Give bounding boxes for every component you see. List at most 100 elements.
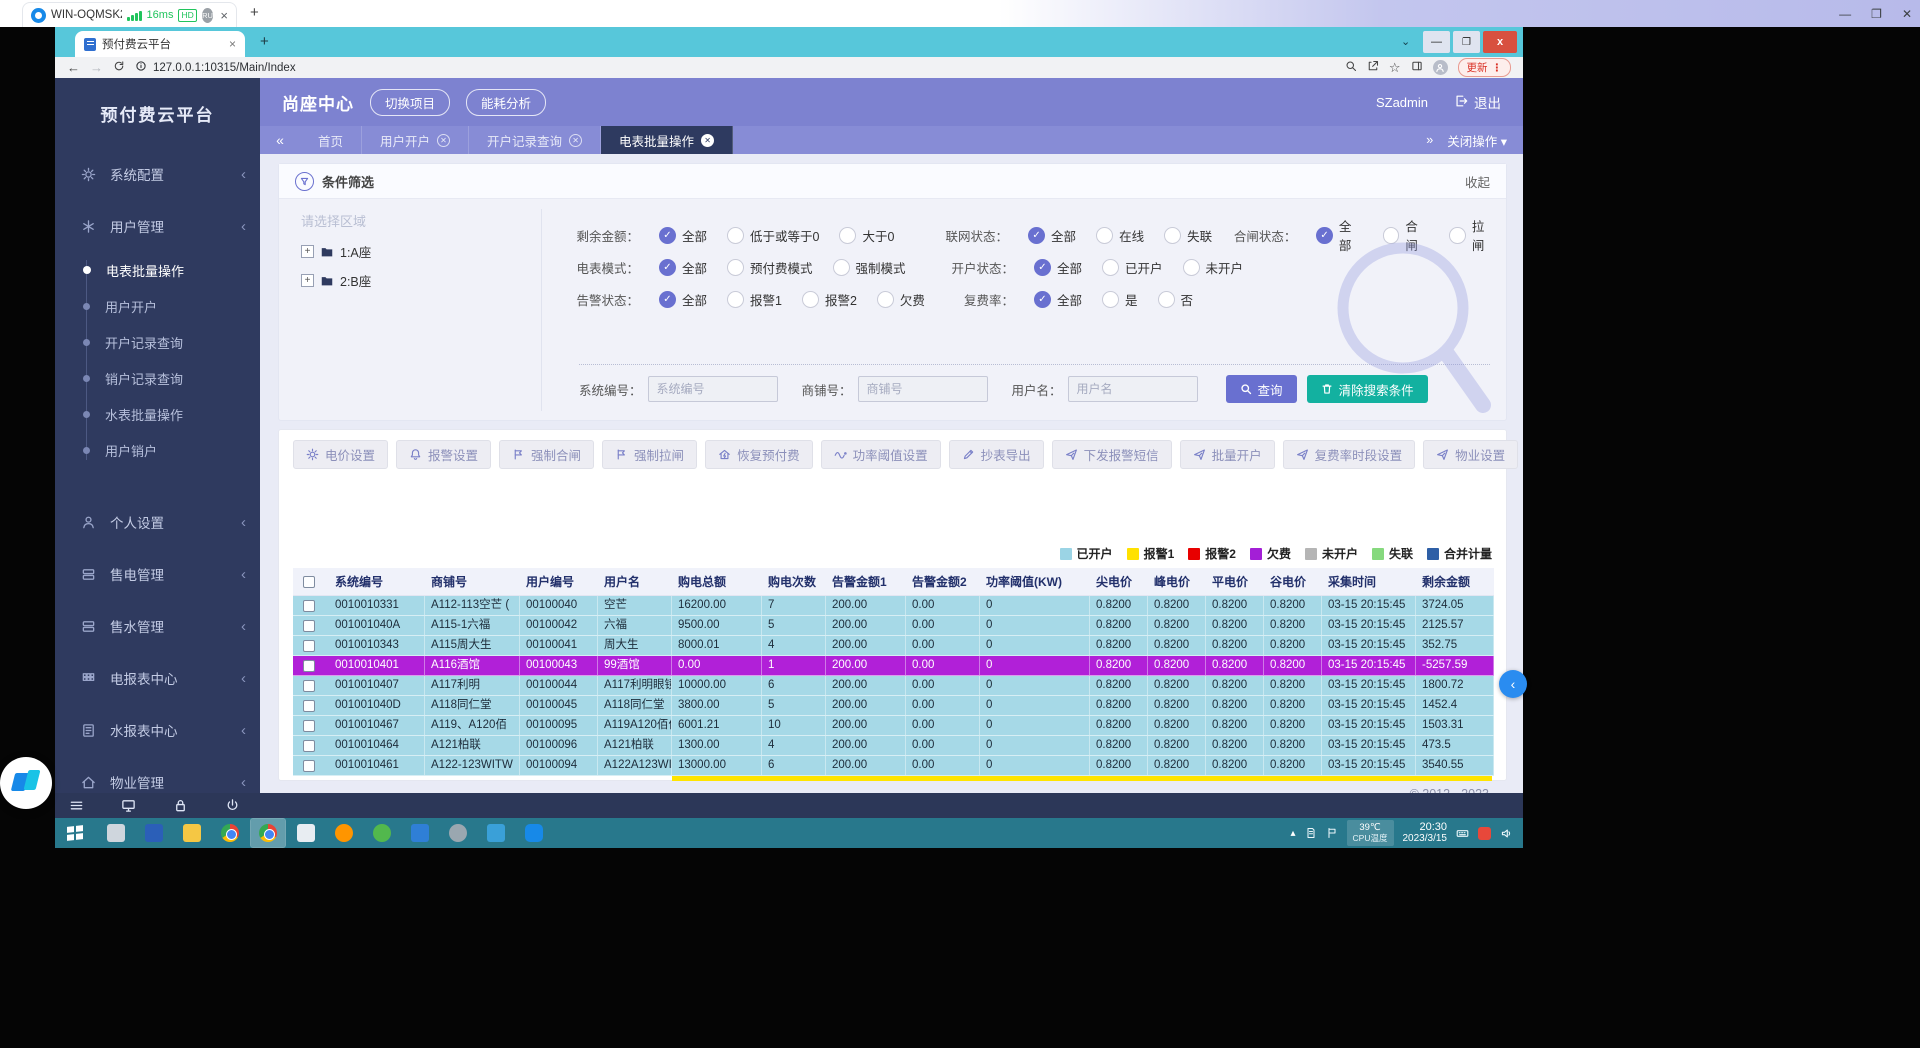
browser-minimize-button[interactable]: —	[1423, 31, 1450, 53]
side-panel-icon[interactable]	[1411, 60, 1423, 75]
monitor-icon[interactable]	[121, 798, 136, 813]
reload-icon[interactable]	[113, 60, 125, 75]
browser-new-tab-button[interactable]: +	[260, 33, 269, 50]
chrome-icon[interactable]	[251, 819, 285, 847]
radio-option[interactable]: ✓全部	[1028, 226, 1076, 245]
radio-icon[interactable]	[1449, 227, 1465, 244]
toolbar-button[interactable]: 复费率时段设置	[1283, 440, 1416, 469]
close-operations-button[interactable]: 关闭操作 ▾	[1447, 131, 1507, 150]
page-tab[interactable]: 电表批量操作✕	[601, 126, 733, 154]
radio-icon[interactable]	[1158, 291, 1175, 308]
taskbar-clock[interactable]: 20:30 2023/3/15	[1403, 821, 1448, 845]
tray-input-method-icon[interactable]	[1478, 827, 1491, 840]
row-checkbox[interactable]	[303, 720, 315, 732]
sidebar-group[interactable]: 水报表中心‹	[55, 704, 260, 756]
row-checkbox[interactable]	[303, 640, 315, 652]
lock-icon[interactable]	[173, 798, 188, 813]
power-icon[interactable]	[225, 798, 240, 813]
sidebar-item[interactable]: 用户开户	[55, 288, 260, 324]
hd-badge[interactable]: HD	[178, 9, 196, 22]
tab-close-icon[interactable]: ✕	[437, 134, 450, 147]
site-info-icon[interactable]	[135, 60, 147, 75]
table-row[interactable]: 0010010343A115周大生00100041周大生8000.014200.…	[293, 636, 1494, 656]
todesk-floating-ball[interactable]	[0, 757, 52, 809]
page-tab[interactable]: 首页	[300, 126, 362, 154]
radio-option[interactable]: ✓全部	[1034, 290, 1082, 309]
radio-icon[interactable]: ✓	[1316, 227, 1332, 244]
tray-speaker-icon[interactable]	[1500, 827, 1513, 840]
folder-icon[interactable]	[175, 819, 209, 847]
field-input[interactable]	[1068, 376, 1198, 402]
back-icon[interactable]: ←	[67, 60, 80, 75]
tab-close-icon[interactable]: ✕	[701, 134, 714, 147]
radio-option[interactable]: 大于0	[839, 226, 894, 245]
sidebar-item[interactable]: 销户记录查询	[55, 360, 260, 396]
toolbar-button[interactable]: 强制拉闸	[602, 440, 697, 469]
radio-option[interactable]: 是	[1102, 290, 1138, 309]
cpu-temp-widget[interactable]: 39℃ CPU温度	[1347, 820, 1394, 846]
radio-icon[interactable]	[727, 259, 744, 276]
radio-option[interactable]: 失联	[1164, 226, 1212, 245]
row-checkbox[interactable]	[303, 740, 315, 752]
profile-avatar[interactable]	[1433, 60, 1448, 75]
radio-icon[interactable]	[877, 291, 894, 308]
sidebar-item[interactable]: 电表批量操作	[55, 252, 260, 288]
todesk-maximize-button[interactable]: ❐	[1871, 7, 1882, 21]
page-tab[interactable]: 开户记录查询✕	[469, 126, 601, 154]
radio-option[interactable]: ✓全部	[1316, 216, 1363, 254]
tray-page-icon[interactable]	[1305, 827, 1317, 839]
menu-icon[interactable]	[69, 798, 84, 813]
tabs-scroll-left-icon[interactable]: «	[260, 126, 300, 154]
tree-node[interactable]: +2:B座	[301, 271, 541, 290]
radio-icon[interactable]	[1383, 227, 1399, 244]
toolbar-button[interactable]: 下发报警短信	[1052, 440, 1172, 469]
tabs-scroll-right-icon[interactable]: »	[1426, 133, 1433, 147]
expand-icon[interactable]: +	[301, 245, 314, 258]
radio-icon[interactable]: ✓	[1034, 259, 1051, 276]
clear-search-button[interactable]: 清除搜索条件	[1307, 375, 1428, 403]
collapse-button[interactable]: 收起	[1465, 172, 1490, 191]
record-badge[interactable]: RU	[202, 8, 214, 23]
row-checkbox[interactable]	[303, 700, 315, 712]
green-app-icon[interactable]	[365, 819, 399, 847]
tab-close-icon[interactable]: ✕	[569, 134, 582, 147]
radio-option[interactable]: 拉闸	[1449, 216, 1496, 254]
tab-search-chevron-icon[interactable]: ⌄	[1401, 35, 1410, 48]
tab-close-icon[interactable]: ×	[229, 37, 236, 51]
table-row[interactable]: 0010010407A117利明00100044A117利明眼镜10000.00…	[293, 676, 1494, 696]
zoom-icon[interactable]	[1345, 60, 1357, 75]
chrome-icon[interactable]	[213, 819, 247, 847]
toolbar-button[interactable]: 功率阈值设置	[821, 440, 941, 469]
sidebar-group[interactable]: 售水管理‹	[55, 600, 260, 652]
radio-option[interactable]: 报警2	[802, 290, 857, 309]
radio-option[interactable]: 低于或等于0	[727, 226, 819, 245]
toolbar-button[interactable]: 恢复预付费	[705, 440, 813, 469]
switch-project-button[interactable]: 切换项目	[370, 89, 450, 116]
toolbar-button[interactable]: 强制合闸	[499, 440, 594, 469]
toolbar-button[interactable]: 报警设置	[396, 440, 491, 469]
sidebar-group[interactable]: 用户管理‹	[55, 200, 260, 252]
radio-icon[interactable]: ✓	[659, 259, 676, 276]
printer-icon[interactable]	[99, 819, 133, 847]
radio-icon[interactable]	[727, 291, 744, 308]
radio-icon[interactable]	[833, 259, 850, 276]
sidebar-group[interactable]: 系统配置‹	[55, 148, 260, 200]
share-icon[interactable]	[1367, 60, 1379, 75]
row-checkbox[interactable]	[303, 660, 315, 672]
expand-icon[interactable]: +	[301, 274, 314, 287]
snipping-icon[interactable]	[289, 819, 323, 847]
radio-option[interactable]: 合闸	[1383, 216, 1430, 254]
sidebar-group[interactable]: 个人设置‹	[55, 496, 260, 548]
table-row[interactable]: 001001040AA115-1六福00100042六福9500.005200.…	[293, 616, 1494, 636]
radio-option[interactable]: 已开户	[1102, 258, 1163, 277]
browser-tab[interactable]: 预付费云平台 ×	[75, 31, 245, 57]
gear-icon[interactable]	[441, 819, 475, 847]
putty-icon[interactable]	[137, 819, 171, 847]
todesk-session-tab[interactable]: WIN-OQMSK21... 16ms HD RU ×	[22, 2, 237, 27]
table-row[interactable]: 0010010331A112-113空芒 (00100040空芒16200.00…	[293, 596, 1494, 616]
radio-icon[interactable]	[1164, 227, 1181, 244]
logout-button[interactable]: 退出	[1454, 92, 1501, 112]
radio-icon[interactable]: ✓	[659, 291, 676, 308]
radio-option[interactable]: 在线	[1096, 226, 1144, 245]
radio-option[interactable]: ✓全部	[659, 290, 707, 309]
